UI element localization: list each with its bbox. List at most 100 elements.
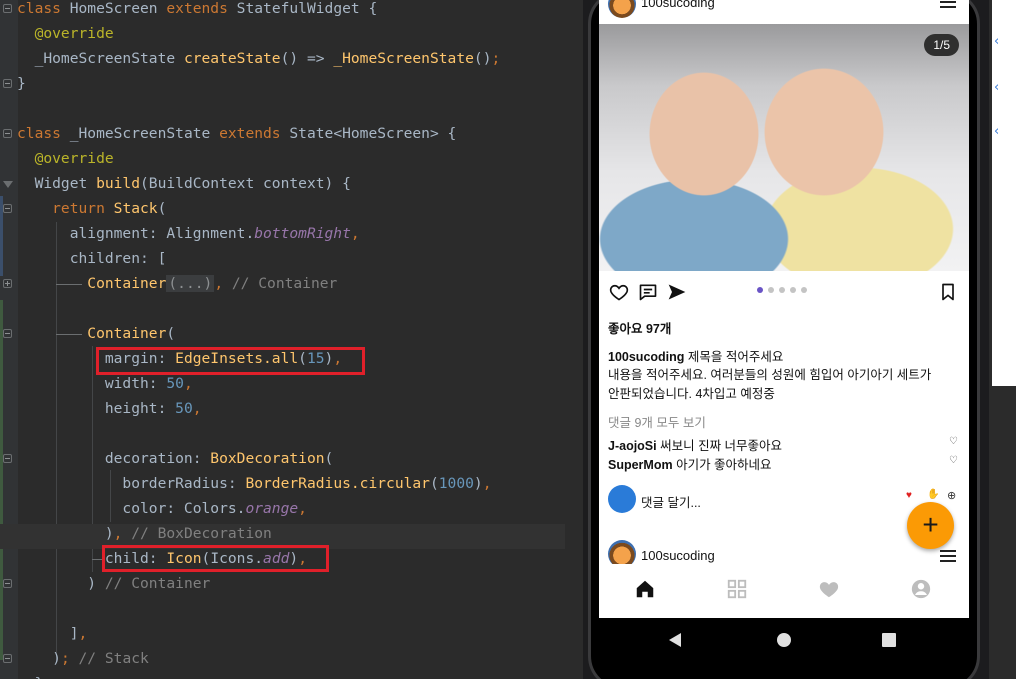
menu-icon[interactable] xyxy=(940,550,956,562)
code-token: , xyxy=(192,400,202,417)
code-token: (BuildContext context) { xyxy=(140,175,351,192)
home-circle-icon[interactable] xyxy=(776,632,792,648)
next-post-username[interactable]: 100sucoding xyxy=(641,548,715,563)
code-line[interactable]: class HomeScreen extends StatefulWidget … xyxy=(17,0,377,24)
fold-icon[interactable] xyxy=(3,79,12,88)
fold-icon[interactable] xyxy=(3,4,12,13)
fold-icon[interactable] xyxy=(3,204,12,213)
panel-icon[interactable]: ‹ xyxy=(994,124,999,139)
add-icon: + xyxy=(922,509,939,540)
code-token: } xyxy=(17,75,26,92)
add-fab-button[interactable]: + xyxy=(907,502,954,549)
page-counter: 1/5 xyxy=(924,34,959,56)
panel-icon[interactable]: ‹ xyxy=(994,80,999,95)
fold-icon[interactable] xyxy=(3,579,12,588)
code-token: () => xyxy=(280,50,334,67)
code-token: Container xyxy=(17,275,167,292)
caption-username[interactable]: 100sucoding xyxy=(608,350,684,364)
code-token: class xyxy=(17,125,70,142)
comment-icon[interactable] xyxy=(638,282,658,302)
recents-icon[interactable] xyxy=(882,633,896,647)
code-token: borderRadius: xyxy=(17,475,246,492)
code-line[interactable]: @override xyxy=(17,24,114,49)
avatar[interactable] xyxy=(608,0,636,18)
code-token: Container xyxy=(17,325,167,342)
fold-icon[interactable] xyxy=(3,129,12,138)
code-token: , xyxy=(78,625,88,642)
code-line[interactable]: @override xyxy=(17,149,114,174)
code-line[interactable]: decoration: BoxDecoration( xyxy=(17,449,333,474)
comment-like-icon[interactable]: ♡ xyxy=(949,436,958,447)
comment-text: 써보니 진짜 너무좋아요 xyxy=(660,439,783,453)
code-token: _HomeScreenState xyxy=(17,50,184,67)
highlight-box-margin xyxy=(96,347,365,375)
view-all-comments-link[interactable]: 댓글 9개 모두 보기 xyxy=(608,412,706,431)
caption-title: 제목을 적어주세요 xyxy=(687,350,784,364)
code-line[interactable]: Container (...), // Container xyxy=(17,274,337,299)
code-token: } xyxy=(17,675,44,679)
code-line[interactable]: width: 50, xyxy=(17,374,193,399)
code-line[interactable]: _HomeScreenState createState() => _HomeS… xyxy=(17,49,501,74)
change-marker xyxy=(0,300,3,660)
app-screen[interactable]: 100sucoding 1/5 좋아요 97개 100sucoding 제목을 … xyxy=(599,0,969,618)
code-line[interactable]: borderRadius: BorderRadius.circular(1000… xyxy=(17,474,491,499)
comment-user[interactable]: J-aojoSi xyxy=(608,439,657,453)
heart-icon[interactable] xyxy=(818,578,840,600)
panel-icon[interactable]: ‹ xyxy=(994,34,999,49)
code-line[interactable]: ], xyxy=(17,624,88,649)
menu-icon[interactable] xyxy=(940,0,956,8)
highlight-box-child xyxy=(102,545,329,572)
code-token: decoration: xyxy=(17,450,211,467)
code-line[interactable]: alignment: Alignment.bottomRight, xyxy=(17,224,360,249)
code-line[interactable]: } xyxy=(17,74,26,99)
code-line[interactable]: Container( xyxy=(17,324,175,349)
code-line[interactable]: color: Colors.orange, xyxy=(17,499,307,524)
add-emoji-icon[interactable]: ⊕ xyxy=(947,489,956,502)
back-icon[interactable] xyxy=(668,632,682,648)
clap-emoji-icon[interactable]: ✋ xyxy=(927,489,939,500)
comment-input[interactable]: 댓글 달기... xyxy=(641,492,701,511)
grid-icon[interactable] xyxy=(726,578,748,600)
code-token: ] xyxy=(17,625,79,642)
code-token: createState xyxy=(183,50,281,67)
code-token: extends xyxy=(219,125,290,142)
fold-icon[interactable] xyxy=(3,454,12,463)
fold-icon[interactable] xyxy=(3,654,12,663)
code-token: , xyxy=(298,500,307,517)
code-line[interactable]: Widget build(BuildContext context) { xyxy=(17,174,351,199)
carousel-dot xyxy=(790,287,796,293)
code-line[interactable]: ) // Container xyxy=(17,574,210,599)
home-icon[interactable] xyxy=(634,578,656,600)
heart-outline-icon[interactable] xyxy=(609,282,629,302)
override-arrow-icon[interactable] xyxy=(3,181,13,188)
code-token: _HomeScreenState xyxy=(333,50,474,67)
code-line[interactable]: class _HomeScreenState extends State<Hom… xyxy=(17,124,456,149)
code-line[interactable]: children: [ xyxy=(17,249,167,274)
comment-avatar xyxy=(608,485,636,513)
heart-emoji-icon[interactable]: ♥ xyxy=(906,490,912,501)
expand-icon[interactable] xyxy=(3,279,12,288)
code-line[interactable]: } xyxy=(17,674,44,679)
comment-user[interactable]: SuperMom xyxy=(608,458,673,472)
code-editor[interactable]: class HomeScreen extends StatefulWidget … xyxy=(0,0,582,679)
code-line[interactable]: height: 50, xyxy=(17,399,202,424)
profile-icon[interactable] xyxy=(910,578,932,600)
code-token: extends xyxy=(166,0,237,17)
code-token: , xyxy=(113,525,132,542)
folded-region[interactable]: (...) xyxy=(166,275,215,292)
code-token: width: xyxy=(17,375,167,392)
bookmark-icon[interactable] xyxy=(938,282,958,302)
code-token: return xyxy=(17,200,114,217)
post-photo[interactable]: 1/5 xyxy=(599,24,969,271)
fold-icon[interactable] xyxy=(3,329,12,338)
code-token: StatefulWidget { xyxy=(236,0,378,17)
code-token: 50 xyxy=(166,375,184,392)
send-icon[interactable] xyxy=(667,282,687,302)
code-line[interactable]: ); // Stack xyxy=(17,649,149,674)
caption-body-2: 안판되었습니다. 4차입고 예정중 xyxy=(608,387,775,401)
code-line[interactable]: return Stack( xyxy=(17,199,166,224)
comment-row: J-aojoSi 써보니 진짜 너무좋아요 xyxy=(608,435,782,454)
comment-like-icon[interactable]: ♡ xyxy=(949,455,958,466)
code-token: Widget xyxy=(17,175,97,192)
post-username[interactable]: 100sucoding xyxy=(641,0,715,10)
